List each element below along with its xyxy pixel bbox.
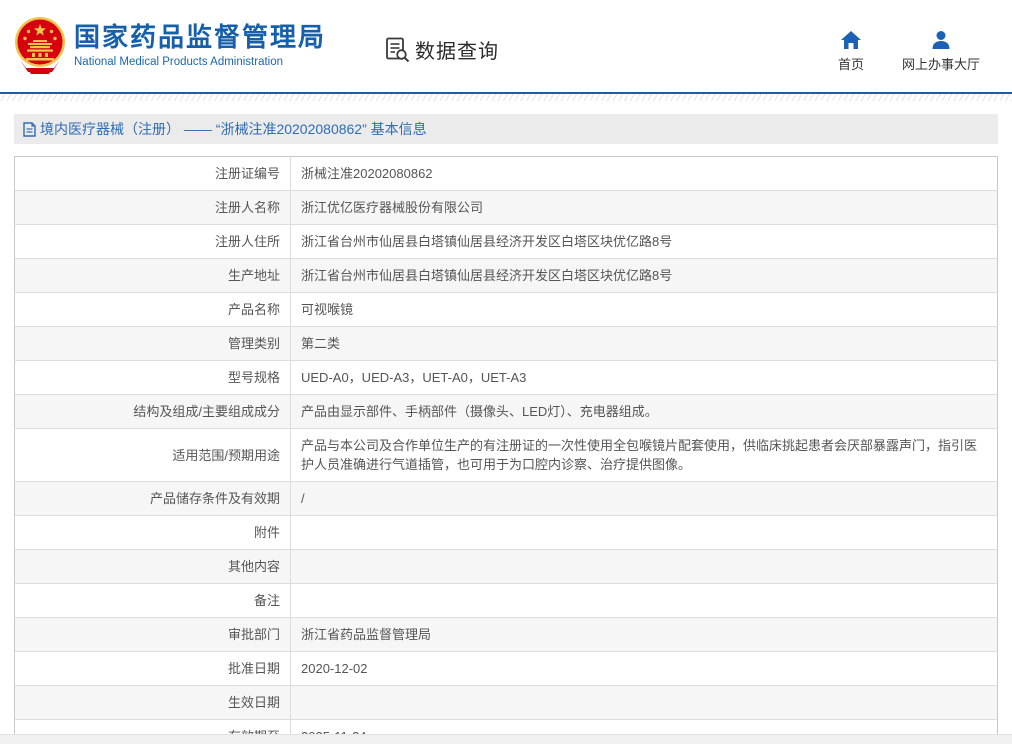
table-row: 产品名称 可视喉镜	[14, 292, 998, 327]
table-row: 注册人住所 浙江省台州市仙居县白塔镇仙居县经济开发区白塔区块优亿路8号	[14, 224, 998, 259]
row-label: 其他内容	[14, 549, 291, 584]
nav-home[interactable]: 首页	[838, 30, 864, 73]
row-value: 浙江省药品监督管理局	[290, 617, 998, 652]
row-label: 型号规格	[14, 360, 291, 395]
row-label: 注册人住所	[14, 224, 291, 259]
document-icon	[23, 121, 36, 137]
data-query-icon	[386, 37, 410, 62]
table-row: 附件	[14, 515, 998, 550]
table-row: 生产地址 浙江省台州市仙居县白塔镇仙居县经济开发区白塔区块优亿路8号	[14, 258, 998, 293]
nav-service-hall[interactable]: 网上办事大厅	[902, 30, 980, 73]
row-value: 浙江优亿医疗器械股份有限公司	[290, 190, 998, 225]
row-label: 适用范围/预期用途	[14, 428, 291, 482]
table-row: 批准日期 2020-12-02	[14, 651, 998, 686]
row-label: 注册证编号	[14, 156, 291, 191]
nav-service-hall-label: 网上办事大厅	[901, 56, 980, 72]
table-row: 其他内容	[14, 549, 998, 584]
row-value: 产品由显示部件、手柄部件（摄像头、LED灯）、充电器组成。	[290, 394, 998, 429]
footer-strip	[0, 734, 1012, 744]
row-value: 可视喉镜	[290, 292, 998, 327]
row-value	[290, 515, 998, 550]
data-query-section[interactable]: 数据查询	[384, 35, 499, 64]
table-row: 结构及组成/主要组成成分 产品由显示部件、手柄部件（摄像头、LED灯）、充电器组…	[14, 394, 998, 429]
row-value: UED-A0，UED-A3，UET-A0，UET-A3	[290, 360, 998, 395]
row-value	[290, 549, 998, 584]
hatch-strip	[0, 94, 1012, 101]
row-value: /	[290, 481, 998, 516]
row-label: 审批部门	[14, 617, 291, 652]
page-title: 境内医疗器械（注册） —— “浙械注准20202080862” 基本信息	[40, 121, 427, 137]
row-label: 管理类别	[14, 326, 291, 361]
row-value: 第二类	[290, 326, 998, 361]
home-icon	[840, 30, 861, 49]
table-row: 产品储存条件及有效期 /	[14, 481, 998, 516]
row-label: 产品储存条件及有效期	[14, 481, 291, 516]
row-value: 2020-12-02	[290, 651, 998, 686]
row-value: 产品与本公司及合作单位生产的有注册证的一次性使用全包喉镜片配套使用，供临床挑起患…	[290, 428, 998, 482]
row-label: 生产地址	[14, 258, 291, 293]
table-row: 生效日期	[14, 685, 998, 720]
row-value: 浙械注准20202080862	[301, 166, 433, 181]
row-label: 注册人名称	[14, 190, 291, 225]
table-row: 注册证编号 浙械注准20202080862	[14, 156, 998, 191]
row-value: 浙江省台州市仙居县白塔镇仙居县经济开发区白塔区块优亿路8号	[290, 224, 998, 259]
row-label: 备注	[14, 583, 291, 618]
row-label: 附件	[14, 515, 291, 550]
user-icon	[932, 30, 950, 49]
row-label: 批准日期	[14, 651, 291, 686]
national-emblem-icon	[15, 17, 65, 74]
org-name-zh: 国家药品监督管理局	[74, 22, 327, 52]
row-value: 浙江省台州市仙居县白塔镇仙居县经济开发区白塔区块优亿路8号	[290, 258, 998, 293]
data-query-label: 数据查询	[415, 40, 500, 63]
page-title-bar: 境内医疗器械（注册） —— “浙械注准20202080862” 基本信息	[14, 114, 998, 144]
header: 国家药品监督管理局 National Medical Products Admi…	[0, 0, 1012, 92]
table-row: 适用范围/预期用途 产品与本公司及合作单位生产的有注册证的一次性使用全包喉镜片配…	[14, 428, 998, 482]
row-label: 结构及组成/主要组成成分	[14, 394, 291, 429]
row-label: 生效日期	[14, 685, 291, 720]
org-name-en: National Medical Products Administration	[74, 56, 284, 68]
registration-info-table: 注册证编号 浙械注准20202080862 注册人名称 浙江优亿医疗器械股份有限…	[14, 156, 998, 744]
table-row: 备注	[14, 583, 998, 618]
row-label: 产品名称	[14, 292, 291, 327]
row-value	[290, 583, 998, 618]
nav-home-label: 首页	[837, 56, 864, 72]
header-nav: 首页 网上办事大厅	[838, 30, 998, 73]
table-row: 审批部门 浙江省药品监督管理局	[14, 617, 998, 652]
table-row: 管理类别 第二类	[14, 326, 998, 361]
main-content: 境内医疗器械（注册） —— “浙械注准20202080862” 基本信息 注册证…	[14, 114, 998, 744]
table-row: 型号规格 UED-A0，UED-A3，UET-A0，UET-A3	[14, 360, 998, 395]
table-row: 注册人名称 浙江优亿医疗器械股份有限公司	[14, 190, 998, 225]
brand-logo[interactable]: 国家药品监督管理局 National Medical Products Admi…	[14, 16, 326, 76]
row-value	[290, 685, 998, 720]
